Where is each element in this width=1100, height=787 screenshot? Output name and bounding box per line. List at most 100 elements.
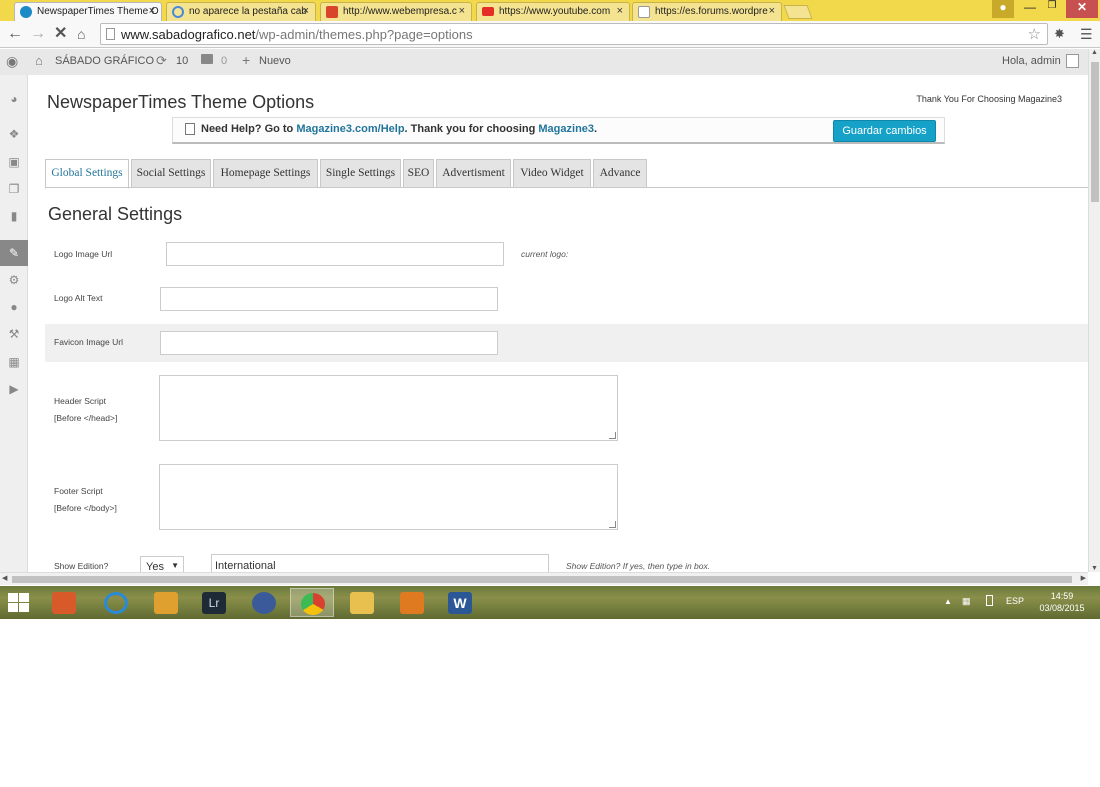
vertical-scrollbar[interactable]: ▲ ▼	[1088, 49, 1100, 572]
network-icon[interactable]: ▦	[962, 596, 971, 607]
battery-icon[interactable]	[986, 595, 993, 606]
wordpress-logo-icon[interactable]: ◉	[6, 53, 18, 70]
pages-icon[interactable]: ❐	[7, 182, 21, 196]
help-bar: Need Help? Go to Magazine3.com/Help. Tha…	[172, 117, 945, 144]
windows-logo-icon	[19, 603, 29, 612]
lightroom-app[interactable]: Lr	[192, 588, 236, 617]
help-prefix: Need Help? Go to	[201, 123, 297, 135]
updates-count[interactable]: 10	[176, 55, 188, 67]
menu-icon[interactable]: ☰	[1080, 25, 1093, 43]
appearance-icon[interactable]: ✎	[0, 240, 28, 266]
avatar[interactable]	[1066, 54, 1079, 68]
tray-expand-icon[interactable]: ▲	[944, 597, 952, 606]
favicon-input[interactable]	[160, 331, 498, 355]
comments-icon[interactable]: ▮	[7, 209, 21, 223]
media-icon[interactable]: ▣	[7, 155, 21, 169]
close-tab-icon[interactable]: ×	[149, 5, 155, 17]
shield-app[interactable]	[242, 588, 286, 617]
close-window-icon[interactable]: ✕	[1066, 0, 1098, 18]
loading-favicon-icon	[20, 6, 32, 18]
tab-single-settings[interactable]: Single Settings	[320, 159, 401, 188]
back-icon[interactable]: ←	[7, 25, 23, 43]
minimize-icon[interactable]: —	[1020, 0, 1040, 18]
address-bar[interactable]: www.sabadografico.net/wp-admin/themes.ph…	[100, 23, 1048, 45]
play-icon[interactable]: ▶	[7, 382, 21, 396]
close-tab-icon[interactable]: ×	[459, 5, 465, 17]
tab-advance[interactable]: Advance	[593, 159, 647, 188]
show-edition-select[interactable]: Yes ▼	[140, 556, 184, 572]
site-name-link[interactable]: SÁBADO GRÁFICO	[55, 55, 154, 67]
logo-alt-input[interactable]	[160, 287, 498, 311]
tab-seo[interactable]: SEO	[403, 159, 434, 188]
home-icon[interactable]: ⌂	[77, 25, 85, 43]
browser-tab-title: no aparece la pestaña cab	[189, 6, 307, 17]
close-tab-icon[interactable]: ×	[617, 5, 623, 17]
scroll-up-icon[interactable]: ▲	[1091, 49, 1098, 56]
horizontal-scroll-thumb[interactable]	[12, 576, 1072, 583]
wp-admin-bar: ◉ ⌂ SÁBADO GRÁFICO ⟳ 10 0 + Nuevo Hola, …	[0, 49, 1088, 75]
tab-video-widget[interactable]: Video Widget	[513, 159, 591, 188]
header-script-textarea[interactable]	[159, 375, 618, 441]
home-icon[interactable]: ⌂	[35, 53, 43, 68]
bookmark-star-icon[interactable]: ☆	[1028, 25, 1041, 43]
plus-icon[interactable]: +	[242, 52, 250, 68]
new-content-link[interactable]: Nuevo	[259, 55, 291, 67]
start-button[interactable]	[8, 593, 30, 613]
browser-tab[interactable]: https://es.forums.wordpre ×	[632, 2, 782, 21]
pin-icon[interactable]: ❖	[7, 127, 21, 141]
scroll-right-icon[interactable]: ▶	[1081, 574, 1086, 582]
clock[interactable]: 14:59 03/08/2015	[1036, 590, 1088, 614]
page-title: NewspaperTimes Theme Options	[47, 92, 315, 112]
help-link[interactable]: Magazine3.com/Help	[296, 123, 404, 135]
footer-script-textarea[interactable]	[159, 464, 618, 530]
restore-icon[interactable]: ❐	[1042, 0, 1062, 18]
logo-url-input[interactable]	[166, 242, 504, 266]
word-app[interactable]: W	[438, 588, 482, 617]
new-tab-button[interactable]	[783, 5, 813, 19]
chrome-icon	[301, 593, 325, 615]
tab-social-settings[interactable]: Social Settings	[131, 159, 211, 188]
header-script-label: Header Script	[54, 396, 106, 406]
notes-app[interactable]	[144, 588, 188, 617]
tab-global-settings[interactable]: Global Settings	[45, 159, 129, 189]
control-panel-app[interactable]	[42, 588, 86, 617]
user-profile-icon[interactable]: ●	[992, 0, 1014, 18]
settings-icon[interactable]: ▦	[7, 355, 21, 369]
tools-icon[interactable]: ⚒	[7, 327, 21, 341]
chrome-app[interactable]	[290, 588, 334, 617]
clock-date: 03/08/2015	[1039, 603, 1085, 613]
language-indicator[interactable]: ESP	[1006, 596, 1024, 606]
tab-advertisment[interactable]: Advertisment	[436, 159, 511, 188]
file-explorer-app[interactable]	[340, 588, 384, 617]
browser-tab-title: NewspaperTimes Theme O	[37, 6, 159, 17]
close-tab-icon[interactable]: ×	[303, 5, 309, 17]
tab-homepage-settings[interactable]: Homepage Settings	[213, 159, 318, 188]
greeting-link[interactable]: Hola, admin	[1002, 55, 1061, 67]
scroll-left-icon[interactable]: ◀	[2, 574, 7, 582]
browser-tab[interactable]: http://www.webempresa.c ×	[320, 2, 472, 21]
theme-options-content: NewspaperTimes Theme Options Thank You F…	[28, 75, 1088, 572]
edition-text-input[interactable]	[211, 554, 549, 572]
internet-explorer-app[interactable]	[94, 588, 138, 617]
comments-count[interactable]: 0	[221, 55, 227, 67]
vertical-scroll-thumb[interactable]	[1091, 62, 1099, 202]
shield-icon	[252, 592, 276, 614]
updates-icon[interactable]: ⟳	[156, 53, 167, 69]
close-tab-icon[interactable]: ×	[769, 5, 775, 17]
save-changes-button[interactable]: Guardar cambios	[833, 120, 936, 142]
magazine3-link[interactable]: Magazine3	[538, 123, 594, 135]
browser-tab[interactable]: https://www.youtube.com ×	[476, 2, 630, 21]
users-icon[interactable]: ●	[7, 300, 21, 314]
comments-icon[interactable]	[201, 54, 213, 64]
forward-icon[interactable]: →	[30, 25, 46, 43]
browser-tab-active[interactable]: NewspaperTimes Theme O ×	[14, 2, 162, 22]
dashboard-icon[interactable]: ◕	[7, 92, 21, 106]
plugins-icon[interactable]: ⚙	[7, 273, 21, 287]
stop-icon[interactable]: ✕	[54, 25, 67, 43]
outlook-app[interactable]	[390, 588, 434, 617]
scroll-down-icon[interactable]: ▼	[1091, 565, 1098, 572]
horizontal-scrollbar[interactable]: ◀ ▶	[0, 572, 1088, 585]
browser-tab[interactable]: no aparece la pestaña cab ×	[166, 2, 316, 21]
lightroom-icon: Lr	[202, 592, 226, 614]
extension-icon[interactable]: ✸	[1054, 25, 1065, 43]
